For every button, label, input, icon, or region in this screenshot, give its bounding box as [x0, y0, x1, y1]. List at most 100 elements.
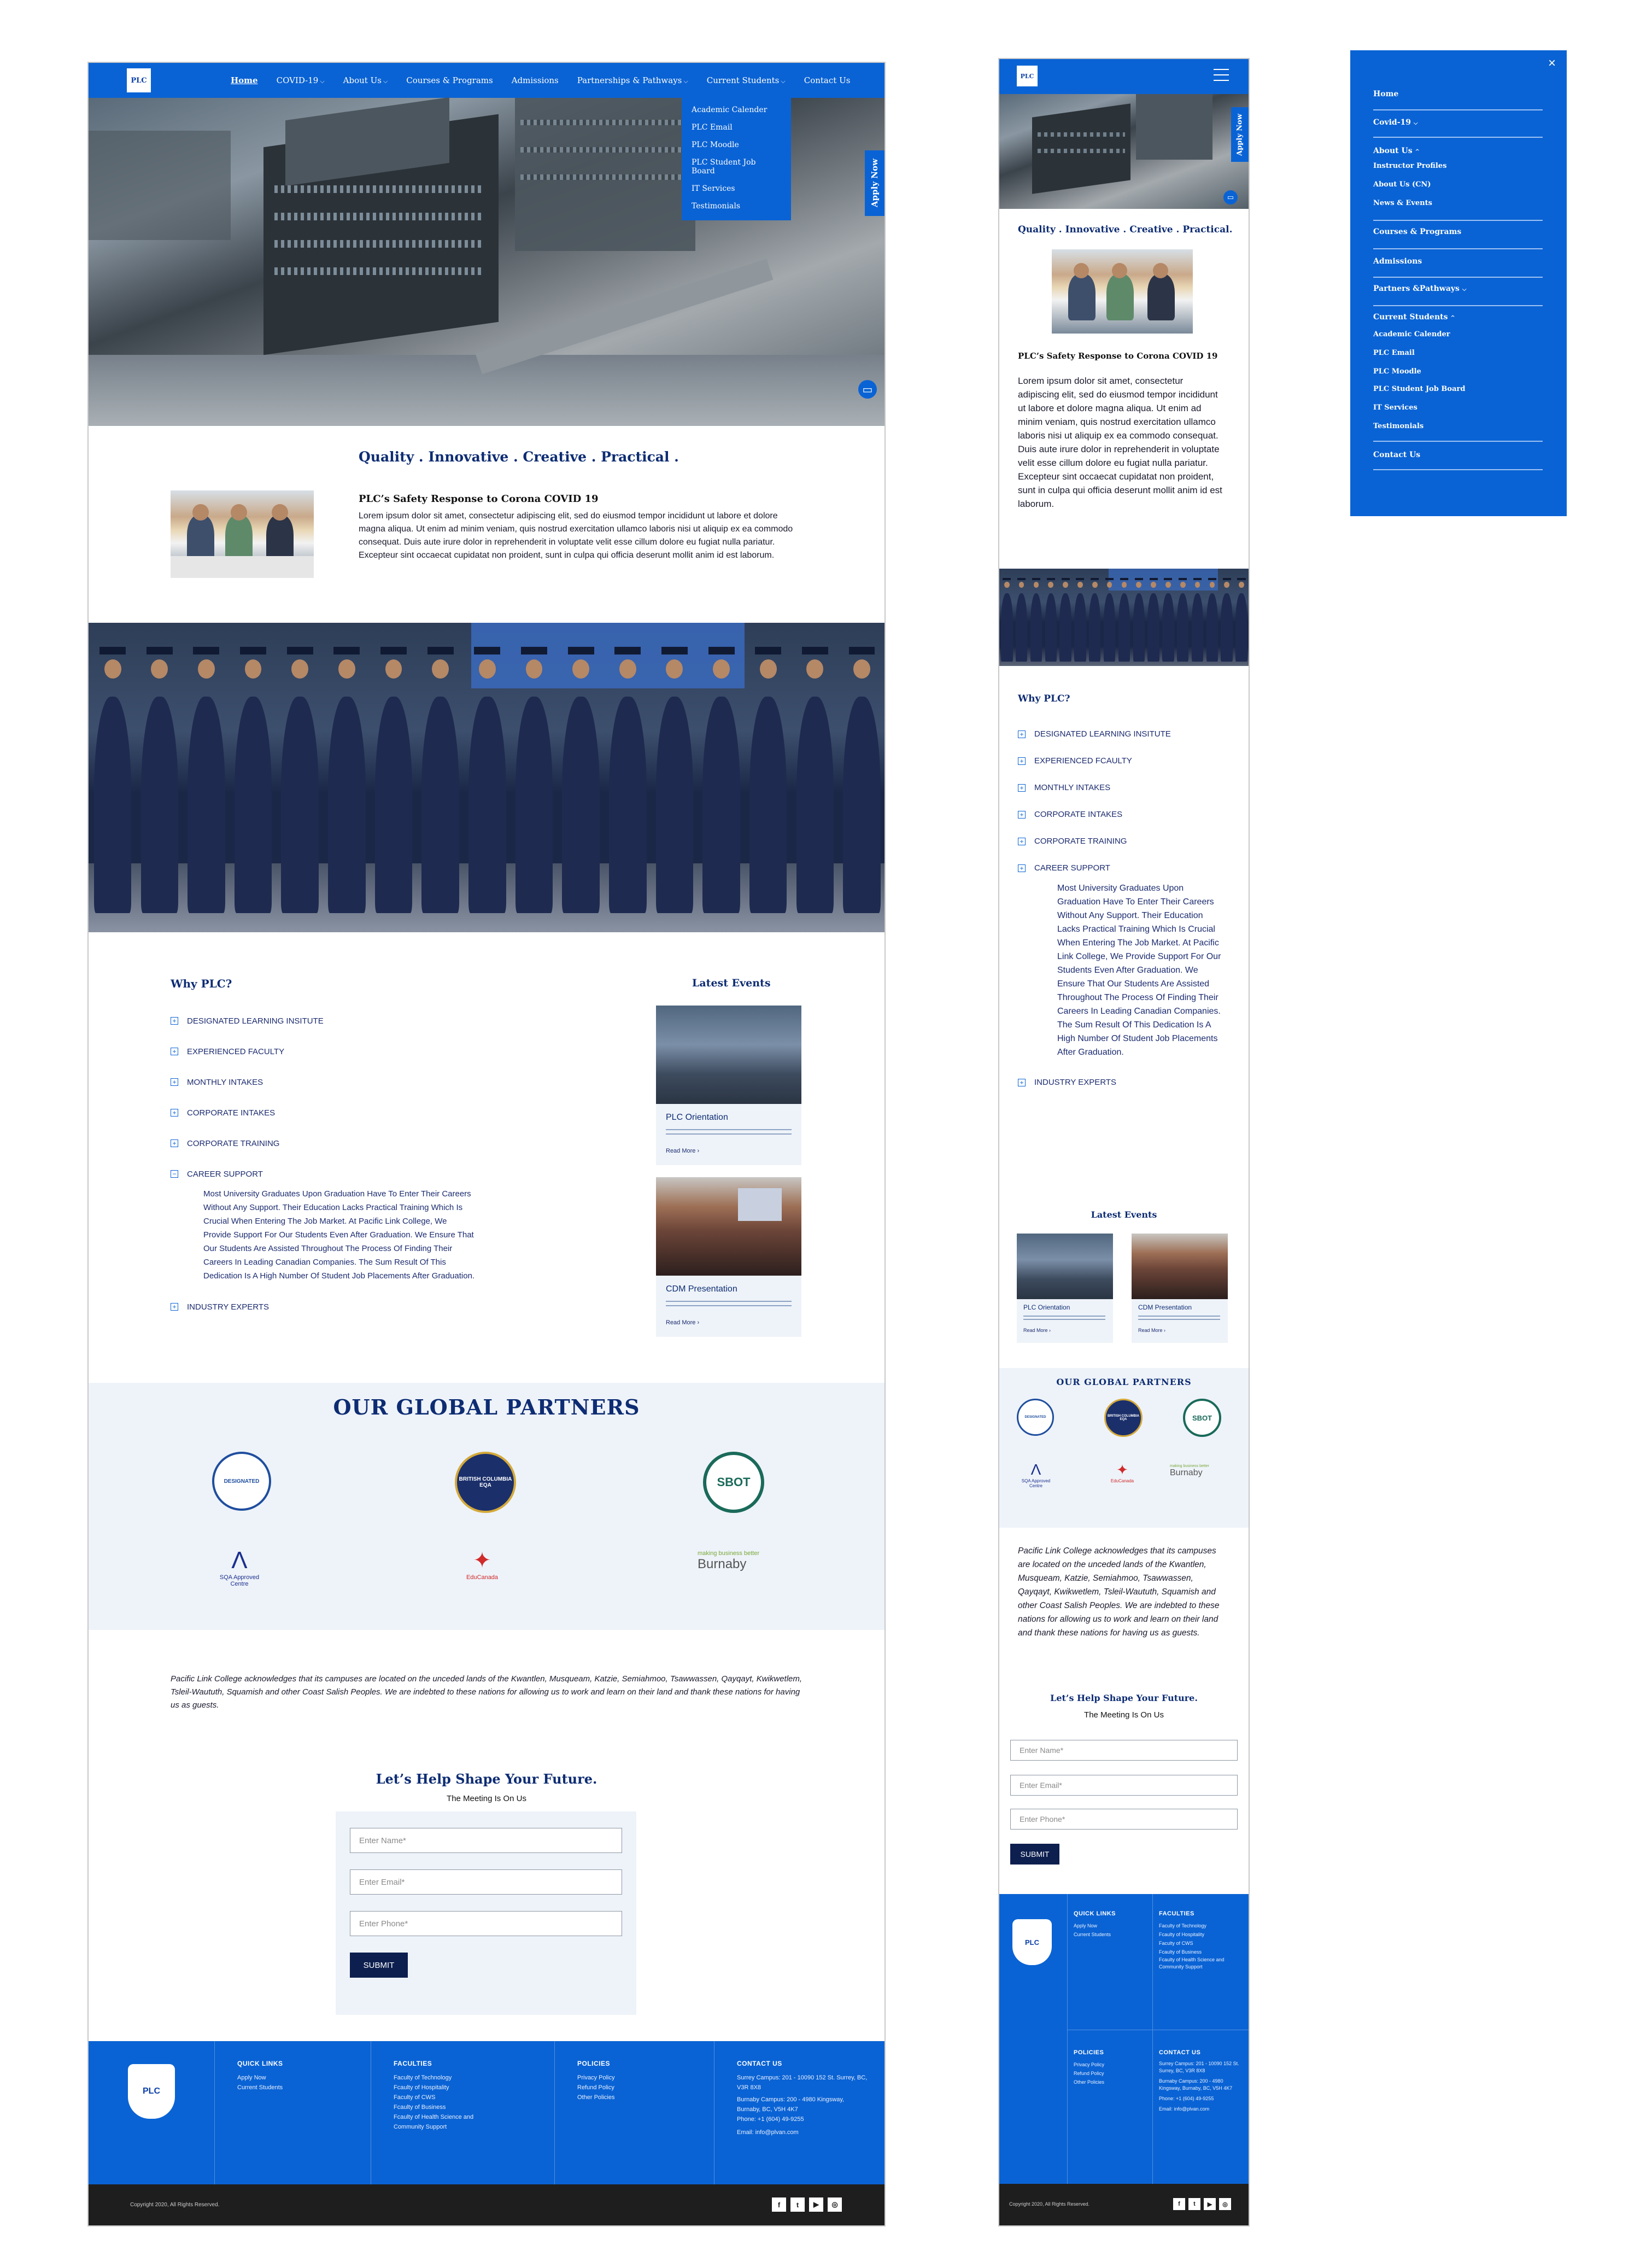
footer-link[interactable]: Apply Now: [237, 2073, 358, 2083]
accordion-item[interactable]: + MONTHLY INTAKES: [171, 1067, 553, 1097]
chat-icon[interactable]: ▭: [858, 380, 877, 399]
accordion-item[interactable]: + INDUSTRY EXPERTS: [171, 1291, 553, 1322]
accordion-item-expanded[interactable]: + CAREER SUPPORT: [1018, 855, 1237, 881]
menu-item-contact[interactable]: Contact Us: [1373, 451, 1420, 459]
footer-email[interactable]: Email: info@plvan.com: [1159, 2106, 1241, 2113]
accordion-item[interactable]: + DESIGNATED LEARNING INSITUTE: [171, 1006, 553, 1036]
nav-home[interactable]: Home: [231, 75, 258, 85]
footer-link[interactable]: Fcaulty of Hospitality: [1159, 1930, 1241, 1939]
dropdown-it-services[interactable]: IT Services: [682, 180, 791, 197]
footer-link[interactable]: Refund Policy: [577, 2083, 698, 2093]
accordion-item[interactable]: + EXPERIENCED FCAULTY: [1018, 747, 1237, 774]
email-input[interactable]: Enter Email*: [350, 1869, 622, 1895]
accordion-item[interactable]: + DESIGNATED LEARNING INSITUTE: [1018, 721, 1237, 747]
menu-item-home[interactable]: Home: [1373, 90, 1398, 98]
menu-sub-instructor-profiles[interactable]: Instructor Profiles: [1373, 162, 1446, 170]
footer-link[interactable]: Privacy Policy: [1074, 2060, 1147, 2069]
menu-item-partners[interactable]: Partners &Pathways ⌵: [1373, 284, 1466, 293]
footer-link[interactable]: Current Students: [237, 2083, 358, 2093]
facebook-icon[interactable]: f: [1173, 2198, 1185, 2210]
apply-now-tab[interactable]: Apply Now: [1231, 107, 1249, 162]
youtube-icon[interactable]: ▶: [1204, 2198, 1216, 2210]
menu-sub-news-events[interactable]: News & Events: [1373, 199, 1432, 207]
instagram-icon[interactable]: ◎: [1219, 2198, 1231, 2210]
event-card[interactable]: PLC Orientation Read More ›: [1017, 1234, 1113, 1343]
menu-item-about[interactable]: About Us ^: [1373, 147, 1420, 155]
event-card[interactable]: PLC Orientation Read More ›: [656, 1006, 801, 1165]
menu-sub-testimonials[interactable]: Testimonials: [1373, 422, 1423, 430]
accordion-item[interactable]: + CORPORATE INTAKES: [171, 1097, 553, 1128]
phone-input[interactable]: Enter Phone*: [1010, 1809, 1238, 1830]
dropdown-academic-calendar[interactable]: Academic Calender: [682, 101, 791, 119]
close-icon[interactable]: ×: [1548, 56, 1556, 71]
footer-link[interactable]: Current Students: [1074, 1930, 1147, 1939]
dropdown-job-board[interactable]: PLC Student Job Board: [682, 154, 791, 180]
footer-link[interactable]: Other Policies: [577, 2093, 698, 2102]
menu-sub-plc-moodle[interactable]: PLC Moodle: [1373, 367, 1421, 376]
apply-now-tab[interactable]: Apply Now: [865, 150, 884, 216]
chat-icon[interactable]: ▭: [1223, 190, 1238, 204]
hamburger-icon[interactable]: [1214, 69, 1229, 82]
accordion-item[interactable]: + CORPORATE TRAINING: [1018, 828, 1237, 855]
accordion-item[interactable]: + CORPORATE TRAINING: [171, 1128, 553, 1159]
name-input[interactable]: Enter Name*: [350, 1828, 622, 1853]
footer-link[interactable]: Faculty of Technology: [1159, 1921, 1241, 1930]
footer-link[interactable]: Fcaulty of Business: [394, 2102, 541, 2112]
nav-current-students[interactable]: Current Students ⌵: [707, 75, 786, 85]
menu-sub-academic-calendar[interactable]: Academic Calender: [1373, 330, 1450, 338]
graduate-face: [1004, 581, 1010, 588]
twitter-icon[interactable]: t: [790, 2197, 805, 2212]
menu-item-courses[interactable]: Courses & Programs: [1373, 227, 1461, 236]
footer-link[interactable]: Faculty of Technology: [394, 2073, 541, 2083]
footer-link[interactable]: Fcaulty of Health Science and Community …: [1159, 1956, 1230, 1971]
event-card[interactable]: CDM Presentation Read More ›: [1132, 1234, 1228, 1343]
name-input[interactable]: Enter Name*: [1010, 1740, 1238, 1761]
phone-input[interactable]: Enter Phone*: [350, 1911, 622, 1936]
dropdown-testimonials[interactable]: Testimonials: [682, 197, 791, 215]
menu-sub-about-cn[interactable]: About Us (CN): [1373, 180, 1431, 189]
menu-sub-plc-email[interactable]: PLC Email: [1373, 349, 1415, 357]
nav-courses[interactable]: Courses & Programs: [406, 75, 493, 85]
footer-link[interactable]: Apply Now: [1074, 1921, 1147, 1930]
read-more-link[interactable]: Read More ›: [666, 1319, 699, 1326]
read-more-link[interactable]: Read More ›: [1138, 1328, 1165, 1333]
footer-link[interactable]: Faculty of CWS: [1159, 1939, 1241, 1948]
nav-about[interactable]: About Us ⌵: [343, 75, 388, 85]
dropdown-plc-moodle[interactable]: PLC Moodle: [682, 136, 791, 154]
dropdown-plc-email[interactable]: PLC Email: [682, 119, 791, 136]
submit-button[interactable]: SUBMIT: [350, 1953, 408, 1978]
email-input[interactable]: Enter Email*: [1010, 1775, 1238, 1796]
nav-covid[interactable]: COVID-19 ⌵: [277, 75, 325, 85]
footer-link[interactable]: Refund Policy: [1074, 2069, 1147, 2078]
read-more-link[interactable]: Read More ›: [1023, 1328, 1051, 1333]
accordion-item[interactable]: + EXPERIENCED FACULTY: [171, 1036, 553, 1067]
footer-link[interactable]: Faculty of CWS: [394, 2093, 541, 2102]
footer-link[interactable]: Other Policies: [1074, 2078, 1147, 2086]
accordion-item-expanded[interactable]: − CAREER SUPPORT: [171, 1159, 553, 1189]
instagram-icon[interactable]: ◎: [828, 2197, 842, 2212]
menu-item-current-students[interactable]: Current Students ^: [1373, 313, 1455, 322]
footer-link[interactable]: Fcaulty of Business: [1159, 1948, 1241, 1956]
plc-logo[interactable]: PLC: [127, 68, 151, 92]
submit-button[interactable]: SUBMIT: [1010, 1844, 1059, 1865]
footer-link[interactable]: Privacy Policy: [577, 2073, 698, 2083]
footer-link[interactable]: Fcaulty of Health Science and Community …: [394, 2112, 503, 2132]
footer-link[interactable]: Fcaulty of Hospitality: [394, 2083, 541, 2093]
nav-contact[interactable]: Contact Us: [804, 75, 851, 85]
menu-sub-job-board[interactable]: PLC Student Job Board: [1373, 385, 1465, 393]
event-card[interactable]: CDM Presentation Read More ›: [656, 1177, 801, 1337]
twitter-icon[interactable]: t: [1188, 2198, 1200, 2210]
menu-sub-it-services[interactable]: IT Services: [1373, 404, 1417, 412]
facebook-icon[interactable]: f: [772, 2197, 786, 2212]
youtube-icon[interactable]: ▶: [809, 2197, 823, 2212]
menu-item-covid[interactable]: Covid-19 ⌵: [1373, 118, 1417, 127]
accordion-item[interactable]: + MONTHLY INTAKES: [1018, 774, 1237, 801]
nav-partnerships[interactable]: Partnerships & Pathways ⌵: [577, 75, 688, 85]
nav-admissions[interactable]: Admissions: [512, 75, 559, 85]
footer-email[interactable]: Email: info@plvan.com: [737, 2128, 868, 2137]
accordion-item[interactable]: + INDUSTRY EXPERTS: [1018, 1069, 1237, 1096]
menu-item-admissions[interactable]: Admissions: [1373, 257, 1422, 266]
read-more-link[interactable]: Read More ›: [666, 1148, 699, 1154]
plc-logo[interactable]: PLC: [1017, 66, 1038, 86]
accordion-item[interactable]: + CORPORATE INTAKES: [1018, 801, 1237, 828]
